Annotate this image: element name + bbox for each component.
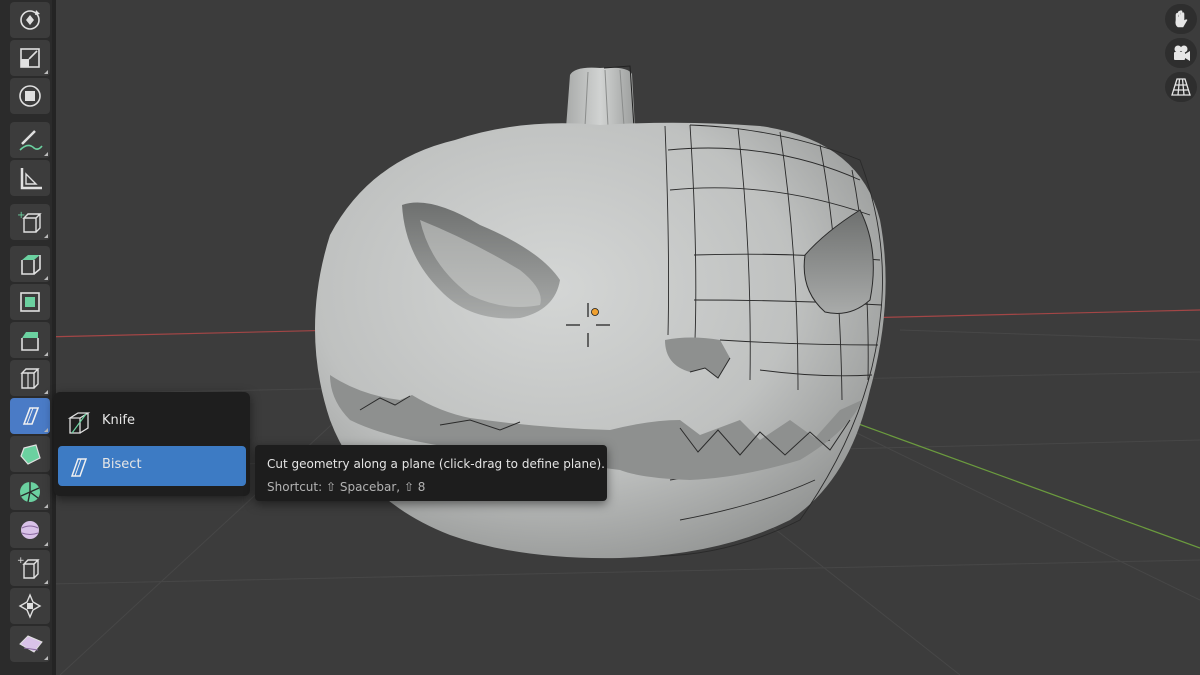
smooth-tool[interactable]	[10, 512, 50, 548]
inset-faces-icon	[20, 292, 40, 312]
extrude-region-tool[interactable]	[10, 246, 50, 282]
rotate-tool[interactable]	[10, 2, 50, 38]
scale-tool[interactable]	[10, 40, 50, 76]
add-cube-tool[interactable]: +	[10, 204, 50, 240]
measure-icon	[20, 168, 42, 190]
inset-faces-tool[interactable]	[10, 284, 50, 320]
scene	[0, 65, 1200, 675]
poly-build-tool[interactable]	[10, 436, 50, 472]
rip-region-icon	[19, 635, 43, 653]
menu-item-knife[interactable]: Knife	[58, 402, 246, 442]
tool-shelf: + +	[0, 0, 56, 675]
tool-popup-menu: Knife Bisect	[54, 392, 250, 496]
transform-icon	[19, 85, 41, 107]
smooth-icon	[21, 521, 39, 539]
shear-icon: +	[17, 556, 40, 579]
annotate-tool[interactable]	[10, 122, 50, 158]
tooltip: Cut geometry along a plane (click-drag t…	[255, 445, 607, 501]
menu-item-bisect[interactable]: Bisect	[58, 446, 246, 486]
annotate-icon	[19, 130, 43, 151]
shrink-fatten-icon	[18, 593, 42, 619]
loop-cut-icon	[20, 368, 40, 389]
transform-tool[interactable]	[10, 78, 50, 114]
knife-icon	[67, 412, 91, 434]
loop-cut-tool[interactable]	[10, 360, 50, 396]
bisect-icon	[70, 458, 88, 477]
pumpkin-stem	[566, 65, 635, 129]
scale-icon	[20, 48, 40, 68]
svg-text:+: +	[17, 556, 25, 566]
rotate-icon	[20, 10, 40, 30]
hand-pan-icon	[1175, 10, 1188, 28]
spin-icon	[20, 482, 40, 503]
shrink-fatten-tool[interactable]	[10, 588, 50, 624]
extrude-region-icon	[21, 255, 41, 275]
rip-region-tool[interactable]	[10, 626, 50, 662]
camera-view-button[interactable]	[1165, 38, 1197, 68]
y-axis-line	[819, 409, 1200, 549]
perspective-grid-icon	[1171, 78, 1191, 96]
tooltip-shortcut: Shortcut: ⇧ Spacebar, ⇧ 8	[267, 480, 426, 494]
spin-tool[interactable]	[10, 474, 50, 510]
bevel-icon	[21, 332, 39, 351]
menu-item-label: Knife	[102, 413, 135, 428]
menu-item-label: Bisect	[102, 457, 142, 472]
bevel-tool[interactable]	[10, 322, 50, 358]
camera-icon	[1174, 45, 1190, 61]
svg-text:+: +	[17, 210, 25, 221]
tooltip-description: Cut geometry along a plane (click-drag t…	[267, 457, 605, 471]
shear-tool[interactable]: +	[10, 550, 50, 586]
measure-tool[interactable]	[10, 160, 50, 196]
3d-viewport[interactable]	[0, 0, 1200, 675]
add-cube-icon: +	[17, 210, 42, 233]
knife-group-tool[interactable]	[10, 398, 50, 434]
poly-build-icon	[20, 444, 41, 465]
knife-icon	[22, 407, 40, 425]
perspective-toggle-button[interactable]	[1165, 72, 1197, 102]
pan-view-button[interactable]	[1165, 4, 1197, 34]
